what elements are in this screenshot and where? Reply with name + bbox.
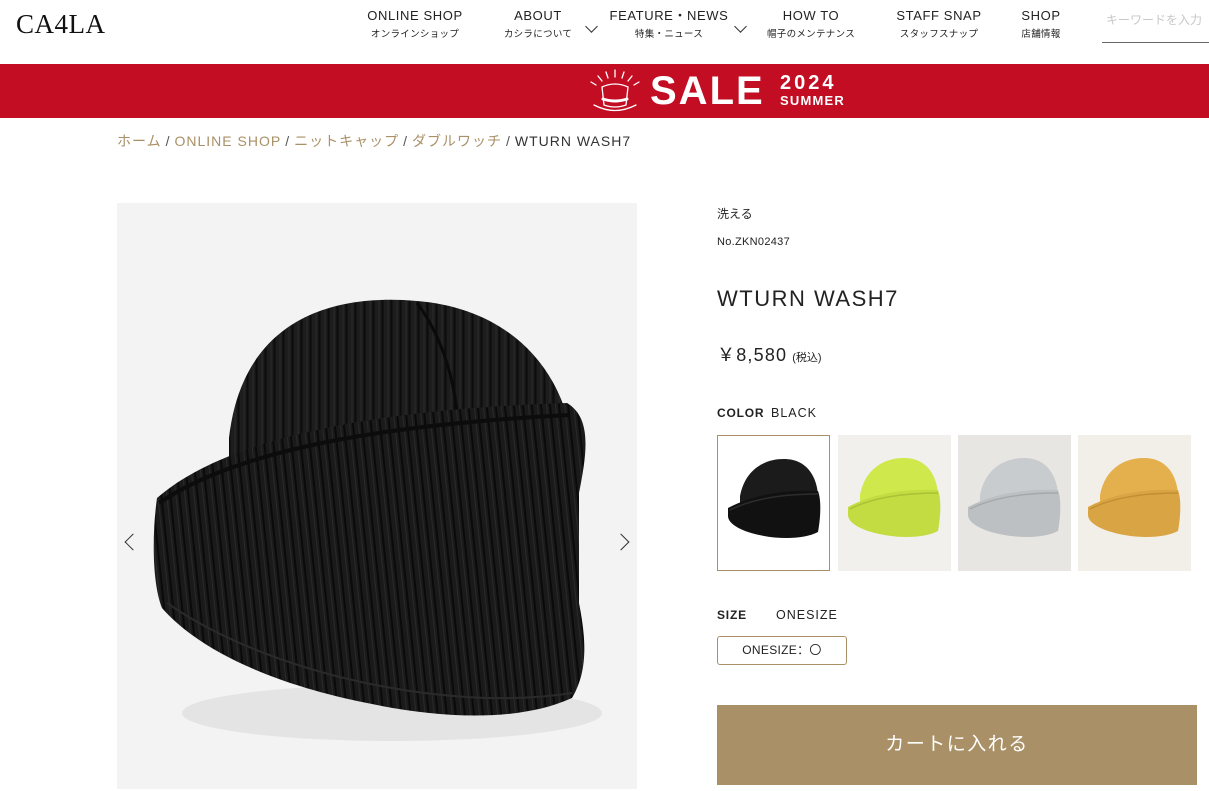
- nav-staff-snap-label: STAFF SNAP: [896, 8, 982, 23]
- nav-online-shop[interactable]: ONLINE SHOP オンラインショップ: [356, 8, 474, 48]
- breadcrumb: ホーム / ONLINE SHOP / ニットキャップ / ダブルワッチ / WTURN WAS…: [117, 131, 631, 151]
- breadcrumb-separator: /: [505, 133, 511, 149]
- nav-how-to-sublabel: 帽子のメンテナンス: [766, 29, 855, 40]
- breadcrumb-knit-cap[interactable]: ニットキャップ: [294, 133, 399, 149]
- swatch-image: [728, 459, 821, 538]
- product-photo: [153, 299, 602, 741]
- color-swatch-black[interactable]: [717, 435, 830, 571]
- color-swatch-light-gray[interactable]: [958, 435, 1071, 571]
- sale-year: 2024: [780, 72, 837, 94]
- nav-feature-news-label: FEATURE・NEWS: [609, 8, 729, 23]
- sale-season: SUMMER: [780, 93, 845, 108]
- swatch-image: [1088, 458, 1181, 537]
- nav-shop[interactable]: SHOP 店舗情報: [1011, 8, 1071, 48]
- product-title: WTURN WASH7: [717, 286, 899, 311]
- breadcrumb-double-watch[interactable]: ダブルワッチ: [412, 133, 502, 149]
- nav-feature-news-sublabel: 特集・ニュース: [634, 29, 704, 40]
- color-value: BLACK: [771, 406, 817, 420]
- product-price: ￥8,580 (税込): [717, 341, 822, 367]
- chevron-right-icon: [612, 533, 630, 551]
- product-image-gallery[interactable]: [117, 203, 637, 789]
- breadcrumb-separator: /: [285, 133, 291, 149]
- breadcrumb-separator: /: [403, 133, 408, 149]
- size-label: SIZE: [717, 608, 747, 622]
- tax-note: (税込): [792, 352, 822, 364]
- prev-image-arrow[interactable]: [121, 528, 142, 558]
- nav-staff-snap-sublabel: スタッフスナップ: [899, 29, 979, 40]
- nav-online-shop-label: ONLINE SHOP: [367, 8, 463, 23]
- add-to-cart-button[interactable]: カートに入れる: [717, 705, 1197, 785]
- price-value: ￥8,580: [717, 345, 788, 365]
- breadcrumb-separator: /: [165, 133, 171, 149]
- chevron-down-icon[interactable]: [585, 20, 598, 33]
- sale-title: SALE: [650, 69, 765, 113]
- chevron-left-icon: [124, 533, 142, 551]
- sale-banner[interactable]: SALE 2024 SUMMER: [0, 64, 1209, 118]
- nav-how-to-label: HOW TO: [782, 8, 840, 23]
- color-swatch-lime[interactable]: [838, 435, 951, 571]
- swatch-image: [848, 458, 941, 537]
- nav-about[interactable]: ABOUT カシラについて: [495, 8, 581, 48]
- size-option-onesize[interactable]: ONESIZE：〇: [717, 636, 847, 665]
- nav-staff-snap[interactable]: STAFF SNAP スタッフスナップ: [885, 8, 993, 48]
- chevron-down-icon[interactable]: [734, 20, 747, 33]
- nav-how-to[interactable]: HOW TO 帽子のメンテナンス: [758, 8, 864, 48]
- search-input[interactable]: [1102, 8, 1209, 32]
- search-box: [1102, 8, 1209, 43]
- nav-feature-news[interactable]: FEATURE・NEWS 特集・ニュース: [609, 8, 729, 48]
- size-value: ONESIZE: [776, 608, 838, 622]
- nav-online-shop-sublabel: オンラインショップ: [370, 29, 460, 40]
- product-code: No.ZKN02437: [717, 236, 791, 248]
- nav-about-label: ABOUT: [514, 8, 562, 23]
- breadcrumb-home[interactable]: ホーム: [117, 133, 162, 149]
- nav-about-sublabel: カシラについて: [503, 29, 573, 40]
- breadcrumb-current: WTURN WASH7: [514, 133, 632, 149]
- next-image-arrow[interactable]: [612, 528, 633, 558]
- nav-shop-label: SHOP: [1021, 8, 1061, 23]
- breadcrumb-online-shop[interactable]: ONLINE SHOP: [174, 133, 281, 149]
- top-hat-icon: [590, 69, 640, 112]
- nav-shop-sublabel: 店舗情報: [1021, 29, 1061, 40]
- product-feature-tag: 洗える: [717, 207, 753, 221]
- color-swatch-mustard[interactable]: [1078, 435, 1191, 571]
- color-label: COLOR: [717, 406, 765, 420]
- swatch-image: [968, 458, 1061, 537]
- brand-logo[interactable]: CA4LA: [16, 9, 106, 40]
